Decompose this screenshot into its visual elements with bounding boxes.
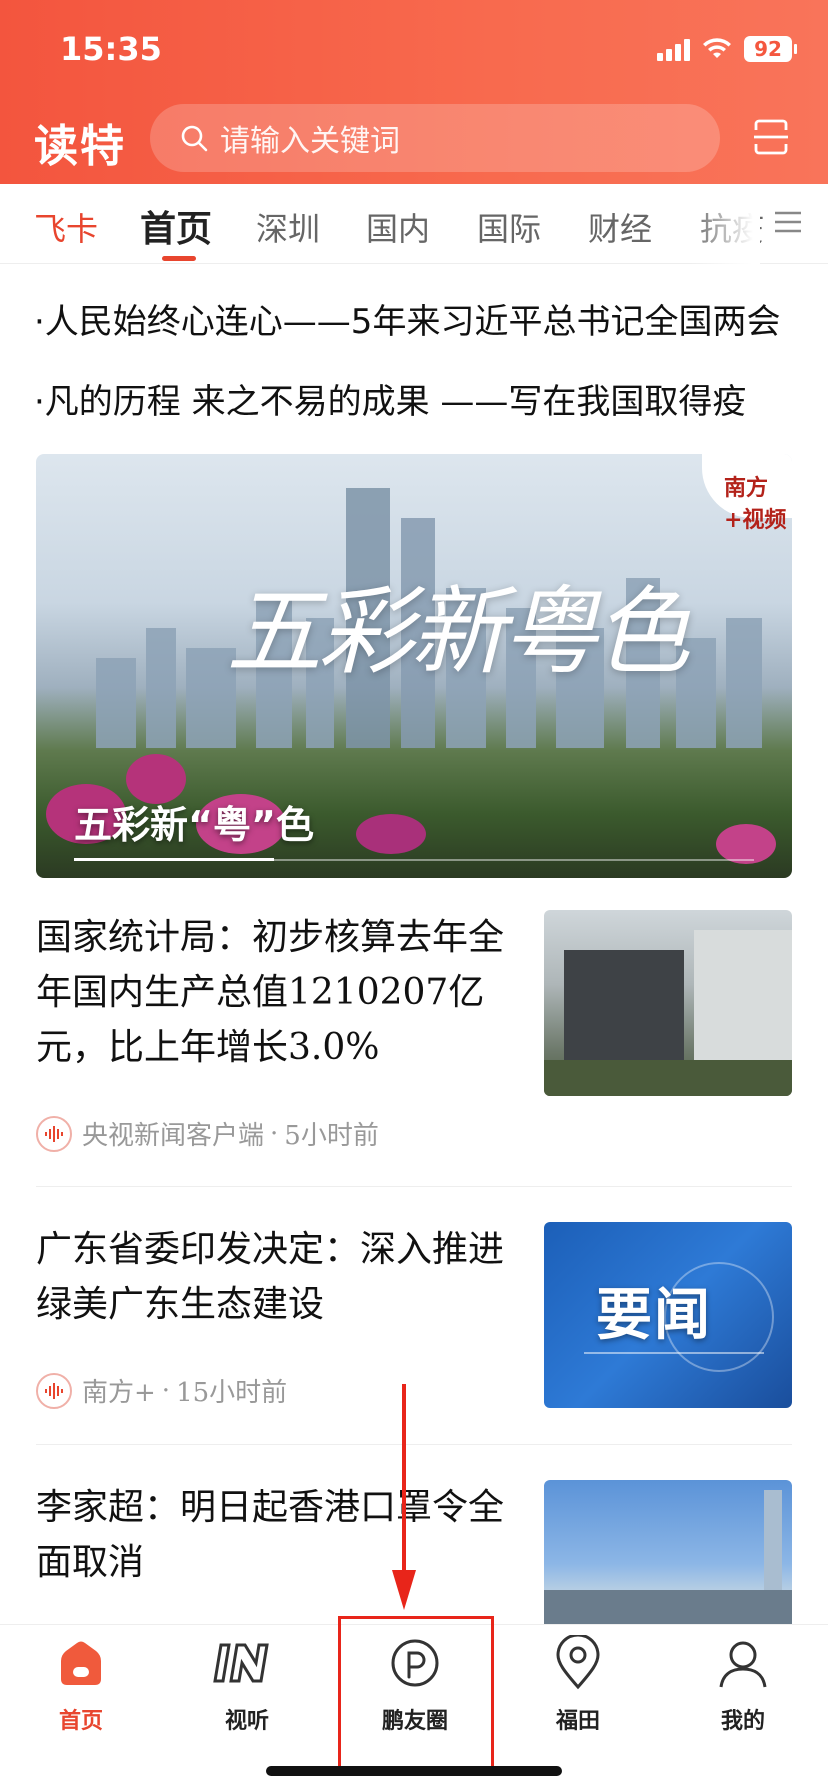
scan-menu-icon[interactable] — [752, 118, 790, 156]
more-channels-icon[interactable] — [772, 206, 804, 238]
tab-international[interactable]: 国际 — [477, 204, 541, 250]
nav-home[interactable]: 首页 — [26, 1635, 136, 1735]
channel-tabs: 飞卡 首页 深圳 国内 国际 财经 抗疫 — [0, 184, 828, 264]
news-title: 国家统计局：初步核算去年全年国内生产总值1210207亿元，比上年增长3.0% — [36, 917, 505, 1068]
annotation-highlight-box — [338, 1616, 494, 1774]
tab-feika[interactable]: 飞卡 — [34, 204, 98, 250]
news-time: 15小时前 — [176, 1378, 288, 1408]
nav-video[interactable]: 视听 — [192, 1635, 302, 1735]
ticker-item[interactable]: ·人民始终心连心——5年来习近平总书记全国两会 — [34, 294, 794, 343]
battery-indicator: 92 — [744, 36, 797, 62]
news-meta: 南方+ · 15小时前 — [36, 1372, 287, 1409]
meta-separator: · — [270, 1118, 279, 1149]
annotation-arrow — [392, 1384, 416, 1610]
home-indicator — [266, 1766, 562, 1776]
nav-label: 福田 — [555, 1708, 600, 1734]
search-placeholder: 请输入关键词 — [220, 124, 400, 159]
carousel-progress — [74, 858, 274, 861]
nav-futian[interactable]: 福田 — [523, 1635, 633, 1735]
meta-separator: · — [161, 1375, 171, 1406]
wifi-icon — [703, 38, 731, 58]
news-title: 广东省委印发决定：深入推进绿美广东生态建设 — [36, 1229, 505, 1325]
divider — [36, 1186, 792, 1187]
nav-label: 视听 — [224, 1708, 269, 1734]
nav-mine[interactable]: 我的 — [688, 1635, 798, 1735]
status-icons: 92 — [657, 36, 797, 62]
news-item[interactable]: 国家统计局：初步核算去年全年国内生产总值1210207亿元，比上年增长3.0% … — [36, 910, 792, 1152]
in-logo-icon — [213, 1643, 269, 1683]
hero-banner[interactable]: 五彩新粤色 南方+视频 五彩新“粤”色 — [36, 454, 792, 878]
nav-label: 首页 — [58, 1708, 103, 1734]
nanfang-badge: 南方+视频 — [702, 454, 792, 533]
audio-wave-icon — [36, 1372, 72, 1409]
news-source: 南方+ — [82, 1378, 156, 1408]
user-icon — [719, 1641, 767, 1688]
audio-wave-icon — [36, 1115, 72, 1152]
search-icon — [181, 125, 208, 152]
news-time: 5小时前 — [284, 1121, 379, 1151]
location-pin-icon — [556, 1635, 600, 1690]
tab-shenzhen[interactable]: 深圳 — [256, 204, 320, 250]
news-thumbnail — [544, 910, 792, 1096]
signal-icon — [657, 37, 690, 61]
thumb-label: 要闻 — [596, 1282, 712, 1348]
search-input[interactable]: 请输入关键词 — [150, 104, 720, 172]
app-logo: 读特 — [34, 121, 126, 172]
app-header: 15:35 92 读特 请输入关键词 — [0, 0, 828, 184]
news-source: 央视新闻客户端 — [82, 1121, 265, 1151]
tab-home[interactable]: 首页 — [140, 200, 212, 252]
status-time: 15:35 — [60, 30, 162, 68]
news-thumbnail: 要闻 — [544, 1222, 792, 1408]
news-thumbnail — [544, 1480, 792, 1624]
tab-finance[interactable]: 财经 — [588, 204, 652, 250]
hero-title-art: 五彩新粤色 — [226, 576, 690, 688]
ticker-item[interactable]: ·凡的历程 来之不易的成果 ——写在我国取得疫 — [34, 374, 794, 423]
nav-label: 我的 — [720, 1708, 765, 1734]
hero-caption: 五彩新“粤”色 — [74, 803, 314, 847]
tab-domestic[interactable]: 国内 — [366, 204, 430, 250]
active-tab-indicator — [162, 256, 196, 261]
home-icon — [61, 1641, 101, 1685]
news-title: 李家超：明日起香港口罩令全面取消 — [36, 1487, 505, 1583]
news-meta: 央视新闻客户端 · 5小时前 — [36, 1115, 379, 1152]
